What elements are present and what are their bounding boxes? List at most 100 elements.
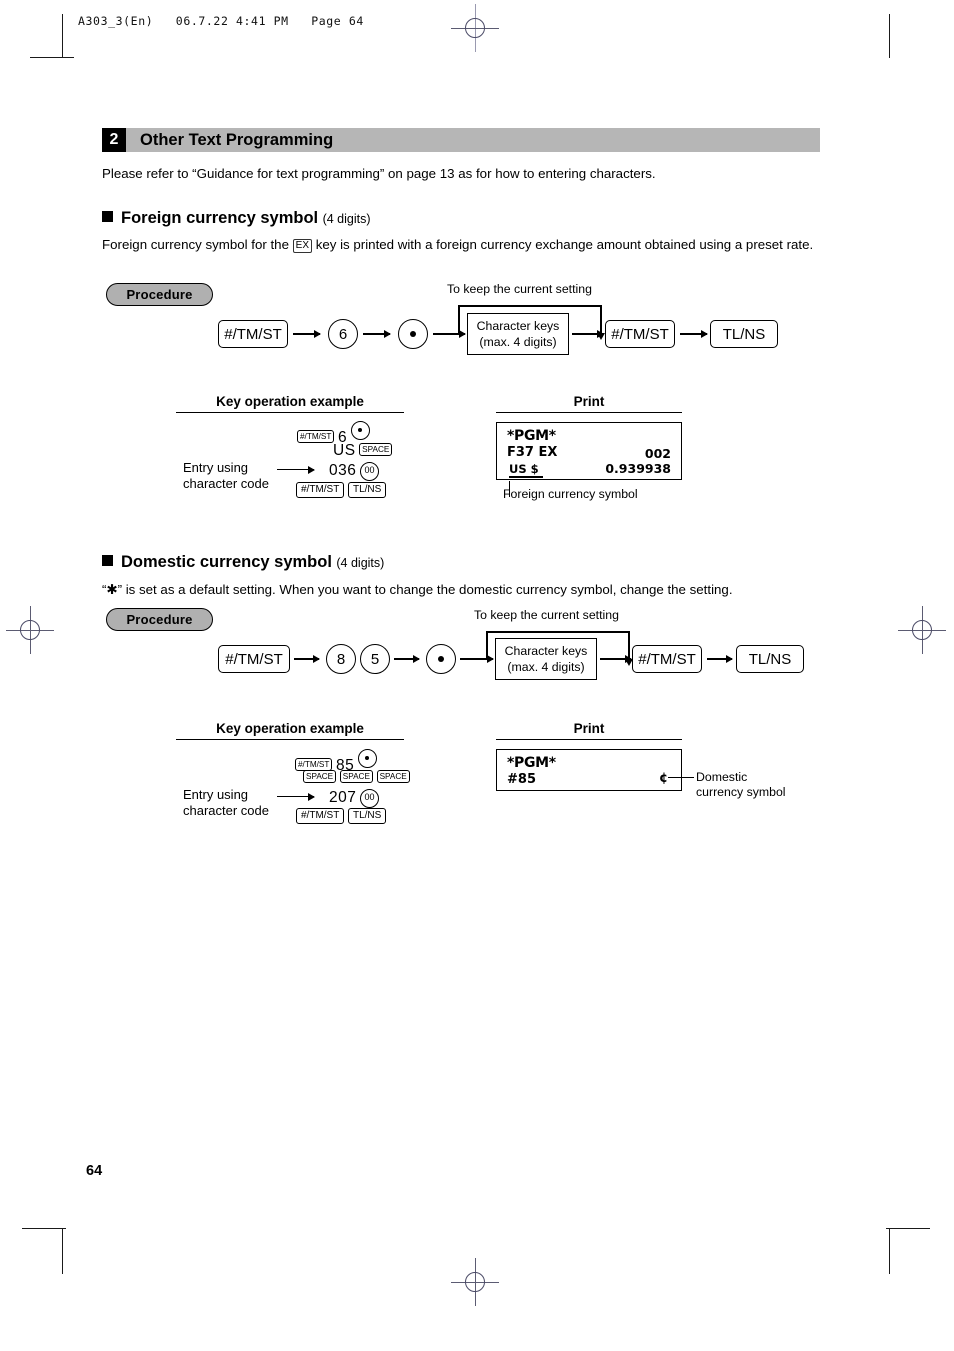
page-number: 64	[86, 1163, 103, 1179]
flow-arrow-1-foreign	[293, 330, 321, 337]
procedure-badge-domestic: Procedure	[106, 608, 213, 631]
flow-character-keys-box-domestic: Character keys (max. 4 digits)	[495, 638, 597, 680]
receipt-002-foreign: 002	[644, 446, 671, 461]
example-key-space-3-domestic: SPACE	[376, 770, 410, 783]
flow-arrow-5-foreign	[680, 330, 708, 337]
entry-label-line1-foreign: Entry using	[183, 460, 249, 475]
print-receipt-domestic: *PGM* #85 ¢	[496, 749, 682, 791]
receipt-pgm-domestic: *PGM*	[507, 755, 556, 771]
flow-arrow-1-domestic	[294, 655, 320, 662]
bypass-line-horizontal-foreign	[458, 305, 601, 307]
example-key-space-1-domestic: SPACE	[303, 770, 337, 783]
section-number: 2	[102, 128, 126, 152]
example-key-space-2-domestic: SPACE	[339, 770, 373, 783]
flow-arrow-4-foreign	[572, 330, 604, 337]
bullet-square-icon	[102, 211, 113, 222]
flow-character-keys-box-foreign: Character keys (max. 4 digits)	[467, 313, 569, 355]
key-operation-example-title-domestic: Key operation example	[216, 721, 364, 736]
caption-leader-line-domestic	[668, 777, 694, 779]
flow-key-hash-tmst-1-domestic: #/TM/ST	[218, 645, 290, 673]
receipt-domestic-symbol: ¢	[658, 771, 668, 786]
key-operation-example-title-foreign: Key operation example	[216, 394, 364, 409]
example-key-hash-tmst-row1-foreign: #/TM/ST	[297, 430, 335, 443]
example-key-space-foreign: SPACE	[359, 443, 393, 456]
example-key-hash-tmst-row4-domestic: #/TM/ST	[296, 808, 345, 824]
flow-key-tlns-foreign: TL/NS	[710, 320, 778, 348]
example-row-2-foreign: US SPACE	[333, 442, 393, 460]
bullet-square-icon-2	[102, 555, 113, 566]
flow-key-5-domestic: 5	[360, 644, 390, 674]
foreign-currency-heading: Foreign currency symbol (4 digits)	[102, 209, 371, 228]
example-text-us-foreign: US	[333, 442, 356, 459]
entry-using-character-code-label-domestic: Entry using character code	[183, 787, 269, 819]
example-key-dot-domestic	[357, 749, 377, 768]
ex-key-icon: EX	[292, 239, 313, 253]
receipt-f37ex-foreign: F37 EX	[507, 445, 558, 460]
flow-arrow-3-domestic	[460, 655, 494, 662]
domestic-caption-line2: currency symbol	[696, 785, 786, 799]
foreign-body-post: key is printed with a foreign currency e…	[315, 237, 743, 252]
bypass-line-right-foreign	[597, 305, 604, 340]
crop-mark-bottom-right-horizontal	[886, 1228, 930, 1230]
example-row-3-foreign: 036 00	[329, 462, 379, 481]
charbox-line1-foreign: Character keys	[476, 319, 560, 333]
domestic-caption-line1: Domestic	[696, 770, 748, 784]
entry-arrow-foreign	[277, 464, 315, 476]
example-key-hash-tmst-row4-foreign: #/TM/ST	[296, 482, 345, 498]
section-intro-text: Please refer to “Guidance for text progr…	[102, 166, 656, 181]
crop-mark-bottom-left-horizontal	[22, 1228, 66, 1230]
foreign-body-line2: preset rate.	[745, 237, 814, 252]
charbox-line1-domestic: Character keys	[504, 644, 588, 658]
foreign-currency-body: Foreign currency symbol for the EX key i…	[102, 235, 822, 254]
flow-key-8-domestic: 8	[326, 644, 356, 674]
page-header-text: A303_3(En) 06.7.22 4:41 PM Page 64	[78, 14, 364, 28]
example-key-tlns-domestic: TL/NS	[347, 808, 387, 824]
flow-key-tlns-domestic: TL/NS	[736, 645, 804, 673]
receipt-us-dollar-foreign: US $	[509, 462, 539, 476]
example-key-tlns-foreign: TL/NS	[347, 482, 387, 498]
example-row-2-domestic: SPACE SPACE SPACE	[303, 770, 410, 785]
crop-mark-top-left-vertical	[62, 14, 64, 58]
bypass-line-left-foreign	[458, 305, 460, 333]
bypass-line-horizontal-domestic	[486, 631, 629, 633]
entry-label-line2-domestic: character code	[183, 803, 269, 818]
print-rule-foreign	[496, 412, 682, 414]
key-operation-example-rule-domestic	[176, 739, 404, 741]
flow-key-dot-domestic	[426, 644, 456, 674]
foreign-currency-symbol-caption: Foreign currency symbol	[503, 487, 638, 501]
domestic-currency-digits: (4 digits)	[336, 556, 385, 570]
receipt-hash85-domestic: #85	[507, 772, 536, 787]
example-row-4-foreign: #/TM/ST TL/NS	[296, 482, 387, 498]
domestic-currency-body: “✱” is set as a default setting. When yo…	[102, 582, 733, 597]
example-num-036-foreign: 036	[329, 462, 357, 479]
entry-arrow-domestic	[277, 791, 315, 803]
example-key-dot-foreign	[350, 421, 370, 440]
flow-key-hash-tmst-1-foreign: #/TM/ST	[218, 320, 288, 348]
keep-setting-label-domestic: To keep the current setting	[474, 608, 619, 622]
example-row-3-domestic: 207 00	[329, 789, 379, 808]
flow-arrow-5-domestic	[707, 655, 733, 662]
key-operation-example-rule-foreign	[176, 412, 404, 414]
receipt-symbol-underline-foreign	[509, 476, 543, 478]
foreign-body-pre: Foreign currency symbol for the	[102, 237, 289, 252]
example-key-00-foreign: 00	[360, 462, 379, 481]
domestic-currency-symbol-caption: Domestic currency symbol	[696, 770, 786, 800]
print-title-foreign: Print	[573, 394, 605, 409]
receipt-rate-foreign: 0.939938	[605, 461, 671, 476]
receipt-pgm-foreign: *PGM*	[507, 428, 556, 444]
foreign-currency-heading-text: Foreign currency symbol	[121, 209, 319, 227]
flow-key-hash-tmst-2-foreign: #/TM/ST	[605, 320, 675, 348]
print-rule-domestic	[496, 739, 682, 741]
flow-key-dot-foreign	[398, 319, 428, 349]
charbox-line2-domestic: (max. 4 digits)	[507, 660, 585, 674]
procedure-badge-foreign: Procedure	[106, 283, 213, 306]
entry-using-character-code-label-foreign: Entry using character code	[183, 460, 269, 492]
crop-mark-bottom-right-vertical	[889, 1228, 891, 1274]
foreign-currency-digits: (4 digits)	[322, 212, 371, 226]
domestic-currency-heading-text: Domestic currency symbol	[121, 553, 332, 571]
entry-label-line1-domestic: Entry using	[183, 787, 249, 802]
domestic-currency-heading: Domestic currency symbol (4 digits)	[102, 553, 384, 572]
example-num-207-domestic: 207	[329, 789, 357, 806]
flow-arrow-3-foreign	[433, 330, 466, 337]
example-row-4-domestic: #/TM/ST TL/NS	[296, 808, 387, 824]
